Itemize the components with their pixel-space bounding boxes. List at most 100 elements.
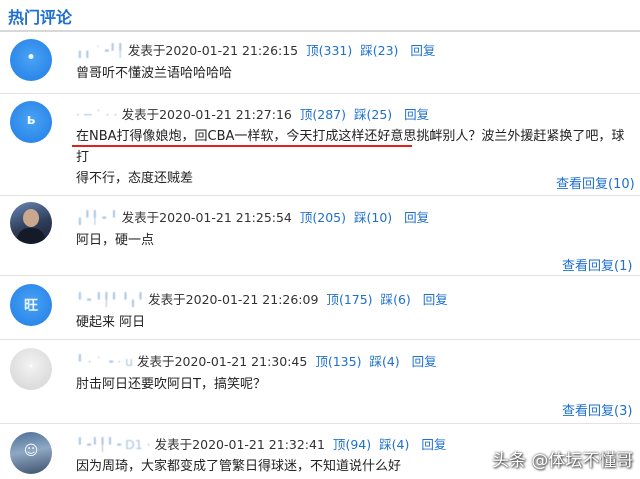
reply-button[interactable]: 回复 — [404, 210, 429, 225]
reply-button[interactable]: 回复 — [410, 43, 435, 58]
comment-line: 硬起来 阿日 — [76, 315, 146, 330]
upvote-count: (175) — [338, 292, 373, 307]
comment-text: 在NBA打得像娘炮，回CBA一样软，今天打成这样还好意思挑衅别人？波兰外援赶紧换… — [76, 126, 636, 189]
comment-time: 2020-01-21 21:27:16 — [159, 107, 292, 122]
avatar[interactable]: • — [10, 39, 52, 81]
upvote-button[interactable]: 顶(94) — [333, 437, 371, 452]
comment-item: ь · ─ ˙ · · 发表于2020-01-21 21:27:16 顶(287)… — [0, 94, 640, 196]
downvote-count: (6) — [393, 292, 411, 307]
username-link[interactable]: ╹╺ ╹╿╹ ╹╻╹ — [76, 292, 144, 307]
posted-label: 发表于 — [137, 354, 175, 369]
downvote-count: (23) — [372, 43, 399, 58]
comment-item: · ╹ · ˙ ╺ · u 发表于2020-01-21 21:30:45 顶(13… — [0, 340, 640, 424]
downvote-button[interactable]: 踩(4) — [369, 354, 399, 369]
upvote-button[interactable]: 顶(205) — [300, 210, 346, 225]
highlight-underline — [72, 145, 412, 147]
avatar[interactable]: 旺 — [10, 284, 52, 326]
comment-line: 得不行，态度还贼差 — [76, 171, 194, 186]
section-title: 热门评论 — [8, 8, 73, 27]
view-replies-label: 查看回复 — [562, 404, 615, 419]
reply-button[interactable]: 回复 — [404, 107, 429, 122]
comment-line: 曾哥听不懂波兰语哈哈哈哈 — [76, 66, 233, 81]
comment-item: • ╻╻ ˙╺╹╿ 发表于2020-01-21 21:26:15 顶(331) 踩… — [0, 32, 640, 94]
avatar-initial-icon: ☺ — [23, 443, 39, 459]
downvote-count: (10) — [366, 210, 393, 225]
username-link[interactable]: · ─ ˙ · · — [76, 107, 118, 122]
downvote-label: 踩 — [369, 354, 382, 369]
downvote-label: 踩 — [360, 43, 373, 58]
upvote-count: (331) — [318, 43, 353, 58]
posted-label: 发表于 — [127, 43, 166, 58]
avatar-initial-icon: 旺 — [24, 298, 38, 314]
comment-meta: ╹ · ˙ ╺ · u 发表于2020-01-21 21:30:45 顶(135)… — [76, 351, 437, 370]
downvote-label: 踩 — [353, 107, 367, 122]
comment-meta: · ─ ˙ · · 发表于2020-01-21 21:27:16 顶(287) 踩… — [76, 104, 429, 123]
avatar[interactable] — [10, 202, 52, 244]
upvote-label: 顶 — [326, 292, 339, 307]
upvote-button[interactable]: 顶(135) — [315, 354, 361, 369]
reply-button[interactable]: 回复 — [423, 292, 448, 307]
comment-meta: ╻╻ ˙╺╹╿ 发表于2020-01-21 21:26:15 顶(331) 踩(2… — [76, 40, 435, 59]
upvote-button[interactable]: 顶(175) — [326, 292, 372, 307]
downvote-button[interactable]: 踩(10) — [354, 210, 392, 225]
downvote-button[interactable]: 踩(6) — [381, 292, 411, 307]
upvote-label: 顶 — [306, 43, 319, 58]
comment-line: 肘击阿日还要吹阿日T，搞笑呢？ — [76, 377, 266, 392]
avatar-head-icon — [23, 209, 39, 227]
upvote-label: 顶 — [299, 210, 313, 225]
view-replies-link[interactable]: 查看回复(1) — [562, 255, 632, 274]
downvote-label: 踩 — [354, 210, 367, 225]
comment-time: 2020-01-21 21:25:54 — [159, 210, 292, 225]
downvote-button[interactable]: 踩(23) — [360, 43, 398, 58]
avatar-initial-icon: · — [28, 359, 34, 375]
username-link[interactable]: ╻╻ ˙╺╹╿ — [76, 43, 124, 58]
comment-time: 2020-01-21 21:26:15 — [165, 43, 299, 58]
reply-count: (3) — [614, 404, 633, 419]
posted-label: 发表于 — [154, 437, 193, 452]
username-link[interactable]: ╹╺╹╿╹╺ D1 · — [76, 437, 151, 452]
view-replies-link[interactable]: 查看回复(10) — [556, 173, 635, 192]
comment-time: 2020-01-21 21:30:45 — [174, 354, 308, 369]
reply-count: (1) — [614, 259, 633, 274]
avatar[interactable]: ☺ — [10, 432, 52, 474]
comment-text: 曾哥听不懂波兰语哈哈哈哈 — [76, 63, 636, 84]
posted-label: 发表于 — [148, 292, 186, 307]
reply-count: (10) — [608, 177, 635, 192]
comment-meta: ╻╹╿╺ ╹ 发表于2020-01-21 21:25:54 顶(205) 踩(10… — [76, 207, 429, 226]
downvote-count: (4) — [381, 354, 400, 369]
upvote-count: (287) — [312, 107, 346, 122]
posted-label: 发表于 — [121, 107, 160, 122]
reply-button[interactable]: 回复 — [412, 354, 437, 369]
comment-item: ╻╹╿╺ ╹ 发表于2020-01-21 21:25:54 顶(205) 踩(10… — [0, 196, 640, 276]
username-link[interactable]: ╹ · ˙ ╺ · u — [76, 354, 133, 369]
comment-time: 2020-01-21 21:26:09 — [185, 292, 319, 307]
avatar-initial-icon: • — [26, 50, 36, 66]
avatar-body-icon — [17, 228, 45, 244]
comment-time: 2020-01-21 21:32:41 — [192, 437, 325, 452]
upvote-count: (205) — [312, 210, 347, 225]
downvote-button[interactable]: 踩(4) — [379, 437, 409, 452]
upvote-button[interactable]: 顶(331) — [306, 43, 352, 58]
avatar[interactable]: ь — [10, 101, 52, 143]
comment-text: 硬起来 阿日 — [76, 312, 636, 333]
username-link[interactable]: ╻╹╿╺ ╹ — [76, 210, 118, 225]
view-replies-label: 查看回复 — [562, 259, 615, 274]
comment-item: 旺 ╹╺ ╹╿╹ ╹╻╹ 发表于2020-01-21 21:26:09 顶(175… — [0, 276, 640, 340]
upvote-count: (135) — [327, 354, 362, 369]
comment-meta: ╹╺ ╹╿╹ ╹╻╹ 发表于2020-01-21 21:26:09 顶(175) … — [76, 289, 448, 308]
upvote-label: 顶 — [299, 107, 313, 122]
view-replies-label: 查看回复 — [556, 177, 609, 192]
comment-text: 阿日，硬一点 — [76, 230, 636, 251]
downvote-count: (25) — [366, 107, 393, 122]
reply-button[interactable]: 回复 — [421, 437, 446, 452]
upvote-button[interactable]: 顶(287) — [300, 107, 346, 122]
source-watermark: 头条 @体坛不懂哥 — [492, 451, 634, 471]
comment-line: 在NBA打得像娘炮，回CBA一样软，今天打成这样还好意思挑衅别人？波兰外援赶紧换… — [76, 129, 625, 165]
downvote-label: 踩 — [380, 292, 394, 307]
view-replies-link[interactable]: 查看回复(3) — [562, 400, 632, 419]
comment-text: 肘击阿日还要吹阿日T，搞笑呢？ — [76, 374, 636, 395]
upvote-label: 顶 — [332, 437, 346, 452]
downvote-button[interactable]: 踩(25) — [354, 107, 392, 122]
avatar[interactable]: · — [10, 348, 52, 390]
avatar-initial-icon: ь — [26, 112, 36, 128]
